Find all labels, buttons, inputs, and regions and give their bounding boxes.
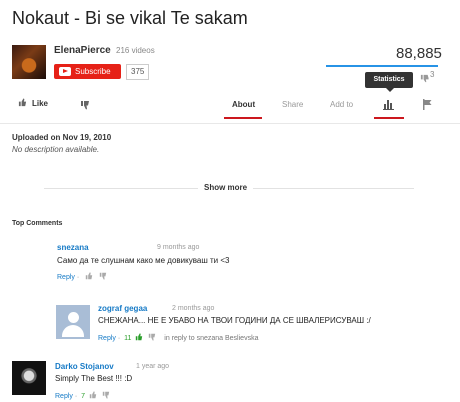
thumbs-up-icon[interactable] xyxy=(135,333,143,341)
separator: · xyxy=(74,393,78,400)
reply-button[interactable]: Reply xyxy=(57,274,75,281)
avatar[interactable] xyxy=(17,245,47,275)
report-button[interactable] xyxy=(422,97,433,115)
comment-time[interactable]: 9 months ago xyxy=(157,244,199,251)
like-ratio-bar xyxy=(326,65,438,67)
reply-button[interactable]: Reply xyxy=(98,335,116,342)
statistics-button[interactable] xyxy=(383,97,395,115)
comment-time[interactable]: 1 year ago xyxy=(136,363,169,370)
subscribe-label: Subscribe xyxy=(75,67,111,76)
youtube-play-icon xyxy=(59,67,71,76)
thumbs-down-icon xyxy=(81,101,89,110)
comment-author[interactable]: Darko Stojanov xyxy=(55,362,114,371)
video-title: Nokaut - Bi se vikal Te sakam xyxy=(12,8,248,28)
channel-video-count: 216 videos xyxy=(116,46,155,55)
comment-actions: Reply · 11 in reply to snezana Beslievsk… xyxy=(98,333,258,342)
dislike-count: 3 xyxy=(430,70,435,79)
separator: · xyxy=(76,274,80,281)
like-button[interactable]: Like xyxy=(18,98,48,108)
tab-statistics-underline xyxy=(374,117,404,119)
show-more-button[interactable]: Show more xyxy=(198,183,254,192)
reply-button[interactable]: Reply xyxy=(55,393,73,400)
avatar[interactable] xyxy=(56,305,90,339)
comment-time[interactable]: 2 months ago xyxy=(172,305,214,312)
divider xyxy=(0,123,460,124)
tab-about[interactable]: About xyxy=(232,100,255,109)
tab-share[interactable]: Share xyxy=(282,100,303,109)
thumbs-down-icon[interactable] xyxy=(99,272,107,280)
comment-author[interactable]: zograf gegaa xyxy=(98,304,147,313)
thumbs-down-icon[interactable] xyxy=(102,391,110,399)
comments-heading: Top Comments xyxy=(12,220,63,227)
thumbs-up-icon xyxy=(18,98,27,107)
like-label: Like xyxy=(32,99,49,108)
separator: · xyxy=(117,335,121,342)
thumbs-up-icon[interactable] xyxy=(85,272,93,280)
avatar[interactable] xyxy=(12,361,46,395)
statistics-icon xyxy=(383,100,394,110)
thumbs-down-icon[interactable] xyxy=(148,333,156,341)
upload-date: Uploaded on Nov 19, 2010 xyxy=(12,133,112,142)
comment-like-count: 11 xyxy=(124,335,132,342)
dislike-button[interactable] xyxy=(80,97,90,115)
comment-text: Simply The Best !!! :D xyxy=(55,374,133,383)
comment-actions: Reply · 7 xyxy=(55,391,110,400)
statistics-tooltip: Statistics xyxy=(365,72,413,92)
flag-icon xyxy=(423,99,432,110)
channel-name[interactable]: ElenaPierce xyxy=(54,45,111,56)
subscriber-count: 375 xyxy=(126,64,150,80)
in-reply-to-link[interactable]: in reply to snezana Beslievska xyxy=(164,335,258,342)
like-ratio-fill xyxy=(326,65,435,67)
comment-like-count: 7 xyxy=(81,393,86,400)
video-description: No description available. xyxy=(12,145,100,154)
comment-text: СНЕЖАНА... НЕ Е УБАВО НА ТВОИ ГОДИНИ ДА … xyxy=(98,316,371,325)
comment-text: Само да те слушнам како ме довикуваш ти … xyxy=(57,256,230,265)
view-count: 88,885 xyxy=(396,45,442,62)
thumbs-up-icon[interactable] xyxy=(89,391,97,399)
comment-actions: Reply · xyxy=(57,272,107,281)
subscribe-button[interactable]: Subscribe xyxy=(54,64,121,79)
comment-author[interactable]: snezana xyxy=(57,243,89,252)
channel-avatar[interactable] xyxy=(12,45,46,79)
tab-add-to[interactable]: Add to xyxy=(330,100,353,109)
tab-about-underline xyxy=(224,117,262,119)
dislike-icon-small xyxy=(420,70,429,88)
